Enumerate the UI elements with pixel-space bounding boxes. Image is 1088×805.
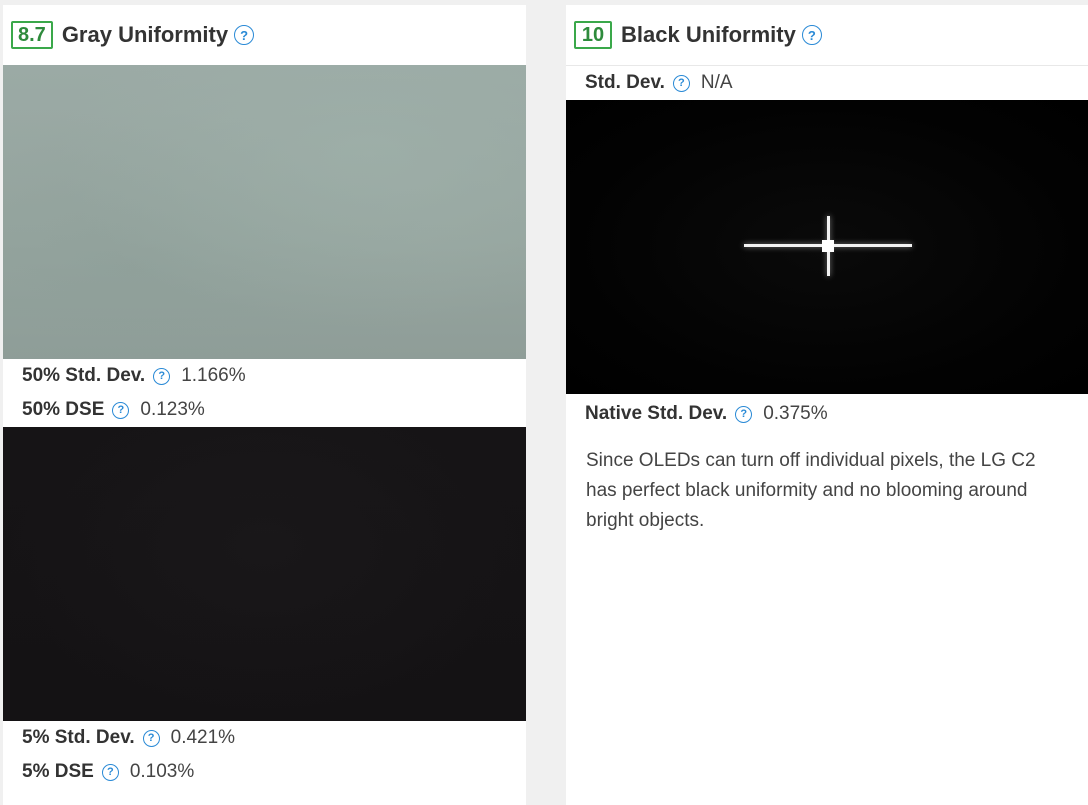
gray-5-dse-help-icon[interactable]: ? bbox=[101, 763, 119, 781]
metric-value: 1.166% bbox=[181, 365, 246, 386]
native-std-dev-help-icon[interactable]: ? bbox=[735, 405, 753, 423]
gray-uniformity-header: 8.7 Gray Uniformity ? bbox=[3, 5, 526, 65]
black-uniformity-help-icon[interactable]: ? bbox=[801, 25, 822, 45]
gray-50-dse-help-icon[interactable]: ? bbox=[112, 401, 130, 419]
native-std-dev-row: Native Std. Dev. ? 0.375% bbox=[566, 394, 1088, 434]
metric-label: Native Std. Dev. bbox=[585, 403, 728, 424]
gray-5-uniformity-photo bbox=[3, 427, 526, 721]
black-uniformity-title: Black Uniformity bbox=[621, 22, 796, 47]
gray-uniformity-help-icon[interactable]: ? bbox=[234, 25, 255, 45]
metric-value: 0.123% bbox=[140, 399, 205, 420]
metric-value: N/A bbox=[700, 72, 733, 93]
black-uniformity-description: Since OLEDs can turn off individual pixe… bbox=[586, 450, 1036, 531]
crosshair-center bbox=[822, 240, 834, 252]
gray-uniformity-score-badge: 8.7 bbox=[11, 21, 53, 49]
metric-label: Std. Dev. bbox=[585, 72, 665, 93]
metric-value: 0.421% bbox=[170, 727, 236, 748]
gray-50-dse-row: 50% DSE ? 0.123% bbox=[3, 393, 526, 427]
gray-50-uniformity-photo bbox=[3, 65, 526, 359]
gray-5-std-dev-row: 5% Std. Dev. ? 0.421% bbox=[3, 721, 526, 755]
metric-value: 0.375% bbox=[763, 403, 828, 424]
black-uniformity-photo bbox=[566, 100, 1088, 394]
gray-5-dse-row: 5% DSE ? 0.103% bbox=[3, 755, 526, 789]
metric-label: 5% DSE bbox=[22, 761, 94, 782]
gray-50-std-dev-help-icon[interactable]: ? bbox=[153, 367, 171, 385]
gray-uniformity-card: 8.7 Gray Uniformity ? 50% Std. Dev. ? 1.… bbox=[3, 5, 526, 805]
black-uniformity-score-badge: 10 bbox=[574, 21, 612, 49]
gray-5-std-dev-help-icon[interactable]: ? bbox=[142, 729, 160, 747]
metric-value: 0.103% bbox=[129, 761, 195, 782]
black-uniformity-card: 10 Black Uniformity ? Std. Dev. ? N/A Na… bbox=[566, 5, 1088, 805]
black-std-dev-help-icon[interactable]: ? bbox=[672, 74, 690, 92]
gray-uniformity-title: Gray Uniformity bbox=[61, 22, 229, 47]
metric-label: 5% Std. Dev. bbox=[22, 727, 135, 748]
black-std-dev-row: Std. Dev. ? N/A bbox=[566, 66, 1088, 100]
black-uniformity-header: 10 Black Uniformity ? bbox=[566, 5, 1088, 65]
metric-label: 50% DSE bbox=[22, 399, 105, 420]
gray-50-std-dev-row: 50% Std. Dev. ? 1.166% bbox=[3, 359, 526, 393]
metric-label: 50% Std. Dev. bbox=[22, 365, 146, 386]
